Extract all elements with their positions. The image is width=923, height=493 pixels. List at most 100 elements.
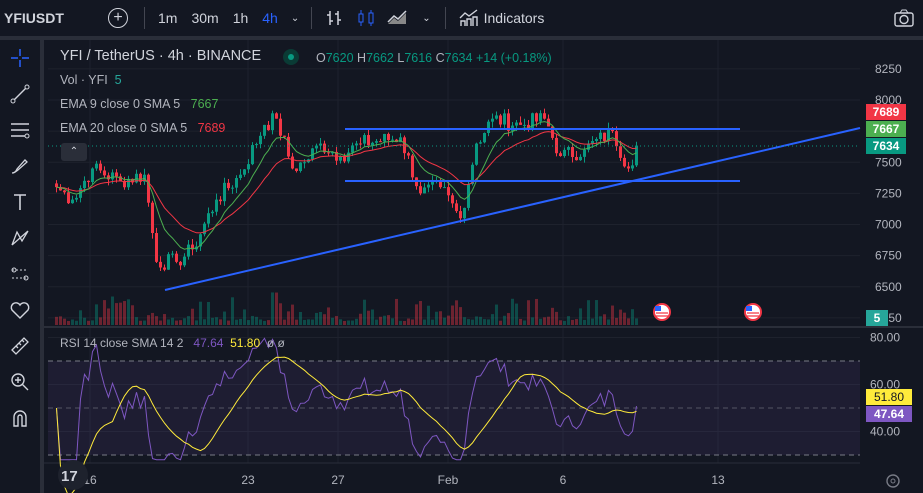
candle-body xyxy=(359,143,362,145)
candle-body xyxy=(271,113,274,131)
volume-bar xyxy=(127,299,130,325)
rsi-tick: 80.00 xyxy=(870,331,900,345)
candle-body xyxy=(115,172,118,177)
ema9-legend[interactable]: EMA 9 close 0 SMA 5 7667 xyxy=(60,97,218,111)
volume-bar xyxy=(515,303,518,325)
volume-bar xyxy=(319,312,322,325)
tradingview-logo: 17 xyxy=(58,460,88,490)
candle-body xyxy=(263,124,266,136)
volume-bar xyxy=(363,299,366,325)
volume-bar xyxy=(427,305,430,325)
high-label: H xyxy=(357,51,367,65)
volume-bar xyxy=(575,319,578,325)
volume-bar xyxy=(315,312,318,325)
candle-body xyxy=(355,143,358,146)
ema20-label: EMA 20 close 0 SMA 5 xyxy=(60,121,188,135)
candle-body xyxy=(103,170,106,176)
candle-body xyxy=(235,178,238,188)
candle-body xyxy=(211,211,214,214)
volume-bar xyxy=(483,319,486,325)
candle-body xyxy=(539,113,542,122)
ema20-legend[interactable]: EMA 20 close 0 SMA 5 7689 xyxy=(60,121,225,135)
rsi-legend[interactable]: RSI 14 close SMA 14 2 47.64 51.80 ø ø xyxy=(60,336,285,350)
volume-bar xyxy=(599,316,602,325)
volume-bar xyxy=(511,298,514,325)
candle-body xyxy=(443,187,446,189)
candle-body xyxy=(523,124,526,126)
candle-body xyxy=(531,113,534,130)
volume-bar xyxy=(379,316,382,325)
candle-body xyxy=(575,157,578,161)
volume-bar xyxy=(195,320,198,325)
volume-bar xyxy=(167,319,170,325)
chart-canvas[interactable]: 825080007750750072507000675065006250 80.… xyxy=(0,0,923,493)
volume-bar xyxy=(631,309,634,325)
price-tick: 6750 xyxy=(875,249,902,263)
volume-bar xyxy=(415,304,418,325)
time-tick: 6 xyxy=(560,473,567,487)
volume-bar xyxy=(403,320,406,325)
candle-body xyxy=(563,149,566,157)
rsi-label: RSI 14 close SMA 14 2 xyxy=(60,336,184,350)
volume-bar xyxy=(391,318,394,325)
ohlc-readout: O7620 H7662 L7616 C7634 +14 (+0.18%) xyxy=(316,51,552,65)
candle-body xyxy=(479,142,482,144)
candle-body xyxy=(187,244,190,257)
candle-body xyxy=(255,144,258,146)
volume-bar xyxy=(227,320,230,325)
candle-body xyxy=(239,174,242,179)
volume-bar xyxy=(155,316,158,325)
volume-bar xyxy=(163,314,166,325)
volume-bar xyxy=(63,318,66,325)
volume-bar xyxy=(491,314,494,325)
time-tick: 23 xyxy=(241,473,255,487)
collapse-legend-button[interactable]: ⌃ xyxy=(61,143,87,161)
candle-body xyxy=(75,197,78,200)
volume-bar xyxy=(591,318,594,325)
volume-bar xyxy=(263,320,266,325)
volume-bar xyxy=(283,319,286,325)
volume-bar xyxy=(559,320,562,325)
close-value: 7634 xyxy=(444,51,473,65)
volume-bar xyxy=(255,316,258,325)
candle-body xyxy=(619,146,622,158)
candle-body xyxy=(319,143,322,146)
volume-bar xyxy=(507,313,510,325)
volume-bar xyxy=(107,308,110,325)
candle-body xyxy=(407,153,410,156)
volume-bar xyxy=(291,304,294,325)
candle-body xyxy=(291,156,294,169)
candle-body xyxy=(95,163,98,169)
volume-bar xyxy=(519,318,522,325)
volume-bar xyxy=(603,314,606,325)
candle-body xyxy=(631,165,634,169)
volume-bar xyxy=(431,319,434,325)
volume-legend[interactable]: Vol · YFI 5 xyxy=(60,73,122,87)
candle-body xyxy=(543,113,546,119)
candle-body xyxy=(491,118,494,122)
candle-body xyxy=(259,135,262,145)
candle-body xyxy=(159,261,162,268)
candle-body xyxy=(623,157,626,167)
ema9-value: 7667 xyxy=(190,97,219,111)
time-tick: 27 xyxy=(331,473,345,487)
price-tick: 7250 xyxy=(875,186,902,200)
candle-body xyxy=(295,168,298,172)
candle-body xyxy=(179,261,182,266)
ema20-value: 7689 xyxy=(197,121,226,135)
volume-bar xyxy=(351,320,354,325)
volume-bar xyxy=(375,319,378,325)
volume-bar xyxy=(399,320,402,325)
volume-bar xyxy=(463,317,466,325)
volume-bar xyxy=(371,309,374,325)
candle-body xyxy=(483,132,486,143)
volume-bar xyxy=(423,319,426,325)
volume-bar xyxy=(607,319,610,325)
candle-body xyxy=(567,147,570,150)
volume-bar xyxy=(359,313,362,325)
volume-bar xyxy=(395,298,398,325)
low-value: 7616 xyxy=(404,51,433,65)
candle-body xyxy=(183,256,186,266)
candle-body xyxy=(247,164,250,170)
volume-bar xyxy=(231,297,234,325)
